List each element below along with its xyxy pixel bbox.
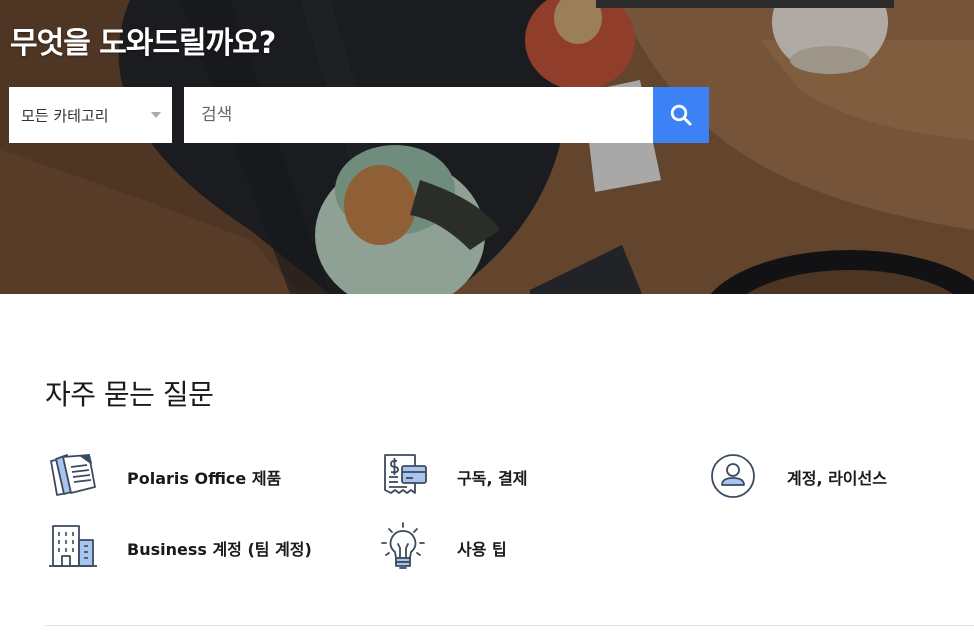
user-circle-icon — [711, 454, 755, 498]
faq-item-label: Business 계정 (팀 계정) — [127, 540, 312, 559]
faq-item-label: Polaris Office 제품 — [127, 469, 282, 488]
search-icon — [670, 104, 692, 126]
faq-item-label: 구독, 결제 — [457, 469, 528, 488]
caret-down-icon — [151, 112, 161, 118]
hero-title: 무엇을 도와드릴까요? — [10, 26, 276, 61]
faq-item-account-license[interactable]: 계정, 라이선스 — [707, 451, 937, 501]
search-button[interactable] — [653, 87, 709, 143]
faq-item-business-account[interactable]: Business 계정 (팀 계정) — [47, 522, 347, 572]
office-building-icon — [49, 525, 97, 567]
faq-item-label: 사용 팁 — [457, 540, 507, 559]
section-divider — [45, 625, 974, 626]
category-select[interactable]: 모든 카테고리 — [9, 87, 172, 143]
category-select-value: 모든 카테고리 — [21, 107, 109, 125]
faq-item-label: 계정, 라이선스 — [787, 469, 887, 488]
hero-banner: 무엇을 도와드릴까요? 모든 카테고리 — [0, 0, 974, 294]
documents-icon — [50, 454, 96, 496]
faq-section-title: 자주 묻는 질문 — [45, 378, 214, 411]
faq-item-usage-tips[interactable]: 사용 팁 — [377, 522, 577, 572]
receipt-card-icon — [384, 454, 427, 494]
search-input[interactable] — [184, 87, 653, 143]
faq-item-polaris-office-products[interactable]: Polaris Office 제품 — [47, 451, 307, 501]
faq-item-subscription-payment[interactable]: 구독, 결제 — [377, 451, 577, 501]
lightbulb-icon — [381, 522, 425, 569]
